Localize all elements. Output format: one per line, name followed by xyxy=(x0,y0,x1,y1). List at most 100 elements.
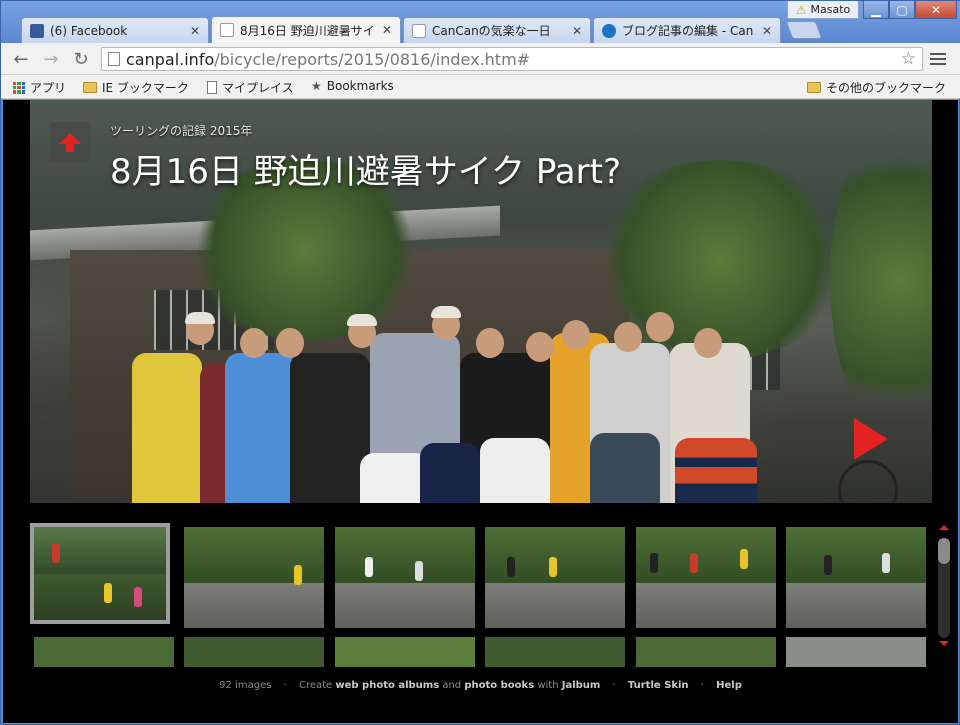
reload-icon[interactable]: ↻ xyxy=(71,49,91,70)
tab-label: 8月16日 野迫川避暑サイ xyxy=(240,23,375,38)
thumbnail[interactable] xyxy=(30,523,170,624)
footer-text: and xyxy=(442,680,462,691)
other-bookmarks[interactable]: その他のブックマーク xyxy=(807,79,946,96)
page-content: ツーリングの記録 2015年 8月16日 野迫川避暑サイク Part? 92 i… xyxy=(3,100,958,723)
footer-text: with xyxy=(537,680,559,691)
breadcrumb[interactable]: ツーリングの記録 2015年 xyxy=(110,122,252,139)
photo-books-link[interactable]: photo books xyxy=(464,680,534,691)
rider xyxy=(882,553,890,573)
tab-label: CanCanの気楽な一日 xyxy=(432,24,551,38)
blogger-icon xyxy=(602,23,616,38)
close-tab-icon[interactable]: ✕ xyxy=(572,24,582,38)
thumbnail[interactable] xyxy=(335,527,475,628)
browser-window: (6) Facebook ✕ 8月16日 野迫川避暑サイ ✕ CanCanの気楽… xyxy=(0,0,960,725)
person-head xyxy=(646,312,674,342)
next-arrow-icon[interactable] xyxy=(854,418,888,460)
apps-icon xyxy=(13,81,25,94)
rider xyxy=(365,557,373,577)
back-arrow-icon[interactable]: ← xyxy=(11,49,31,70)
scroll-down-icon[interactable] xyxy=(939,641,949,646)
scroll-up-icon[interactable] xyxy=(939,525,949,530)
person xyxy=(290,353,370,503)
person xyxy=(590,433,660,503)
star-icon: ★ xyxy=(311,79,322,93)
thumbnail[interactable] xyxy=(34,637,174,667)
tab-cancan[interactable]: CanCanの気楽な一日 ✕ xyxy=(403,17,591,43)
facebook-icon xyxy=(30,23,44,38)
thumbnail[interactable] xyxy=(335,637,475,667)
rider xyxy=(52,543,60,563)
user-profile-button[interactable]: ⚠ Masato xyxy=(787,1,859,19)
close-tab-icon[interactable]: ✕ xyxy=(382,23,392,37)
thumbnail[interactable] xyxy=(184,637,324,667)
title-bar: (6) Facebook ✕ 8月16日 野迫川避暑サイ ✕ CanCanの気楽… xyxy=(1,1,960,43)
person-head xyxy=(476,328,504,358)
bookmark-apps[interactable]: アプリ xyxy=(13,79,66,96)
rider xyxy=(415,561,423,581)
bookmark-myplace[interactable]: マイプレイス xyxy=(207,79,294,96)
person xyxy=(132,353,202,503)
tab-facebook[interactable]: (6) Facebook ✕ xyxy=(21,17,209,43)
thumbnail[interactable] xyxy=(786,527,926,628)
bookmark-label: アプリ xyxy=(30,81,67,95)
star-icon[interactable]: ☆ xyxy=(901,49,916,69)
thumbnail[interactable] xyxy=(786,637,926,667)
help-link[interactable]: Help xyxy=(716,680,742,691)
cap xyxy=(431,306,461,318)
person-head xyxy=(694,328,722,358)
forward-arrow-icon[interactable]: → xyxy=(41,49,61,70)
rider xyxy=(104,583,112,603)
thumbnail-strip xyxy=(30,523,932,667)
web-albums-link[interactable]: web photo albums xyxy=(335,680,439,691)
rider xyxy=(740,549,748,569)
thumbnail[interactable] xyxy=(184,527,324,628)
image-count: 92 images xyxy=(219,680,272,691)
bookmark-label: その他のブックマーク xyxy=(826,81,947,95)
close-tab-icon[interactable]: ✕ xyxy=(762,24,772,38)
warning-icon: ⚠ xyxy=(795,2,807,17)
user-name: Masato xyxy=(810,3,851,16)
tab-current-page[interactable]: 8月16日 野迫川避暑サイ ✕ xyxy=(211,16,401,43)
person-head xyxy=(276,328,304,358)
thumbnail[interactable] xyxy=(485,527,625,628)
turtle-skin-link[interactable]: Turtle Skin xyxy=(628,680,689,691)
bookmarks-bar: アプリ IE ブックマーク マイプレイス ★ Bookmarks その他のブック… xyxy=(1,75,960,99)
jalbum-link[interactable]: Jalbum xyxy=(562,680,601,691)
folder-icon xyxy=(807,82,821,93)
up-arrow-icon[interactable] xyxy=(50,122,90,162)
thumbnail[interactable] xyxy=(636,527,776,628)
url-path: /bicycle/reports/2015/0816/index.htm# xyxy=(214,49,531,69)
rider xyxy=(549,557,557,577)
address-bar[interactable]: canpal.info /bicycle/reports/2015/0816/i… xyxy=(101,47,923,71)
person-head xyxy=(562,320,590,350)
bookmark-bookmarks[interactable]: ★ Bookmarks xyxy=(311,79,394,93)
toolbar: ← → ↻ canpal.info /bicycle/reports/2015/… xyxy=(1,43,960,75)
rider xyxy=(134,587,142,607)
main-photo[interactable]: ツーリングの記録 2015年 8月16日 野迫川避暑サイク Part? xyxy=(30,100,932,503)
folder-icon xyxy=(83,82,97,93)
person-head xyxy=(614,322,642,352)
thumbnail[interactable] xyxy=(485,637,625,667)
close-tab-icon[interactable]: ✕ xyxy=(190,24,200,38)
scroll-thumb[interactable] xyxy=(938,538,950,564)
bicycle-wheel xyxy=(838,460,898,503)
bookmark-label: Bookmarks xyxy=(326,79,394,93)
menu-icon[interactable] xyxy=(930,51,946,67)
thumbnail[interactable] xyxy=(636,637,776,667)
footer-text: Create xyxy=(298,680,333,691)
new-tab-button[interactable] xyxy=(785,21,823,39)
person xyxy=(420,443,480,503)
thumbnail-scrollbar[interactable] xyxy=(937,525,951,665)
bookmark-ie-folder[interactable]: IE ブックマーク xyxy=(83,79,189,96)
tree-foliage xyxy=(830,120,932,440)
minimize-button[interactable]: ▁ xyxy=(863,1,889,19)
page-title: 8月16日 野迫川避暑サイク Part? xyxy=(110,152,621,192)
page-icon xyxy=(220,23,234,37)
tab-blog-edit[interactable]: ブログ記事の編集 - Can ✕ xyxy=(593,17,781,43)
page-icon xyxy=(207,81,217,94)
close-window-button[interactable]: ✕ xyxy=(915,1,957,19)
scroll-track[interactable] xyxy=(938,538,950,638)
rider xyxy=(690,553,698,573)
person-head xyxy=(240,328,268,358)
maximize-button[interactable]: ▢ xyxy=(889,1,915,19)
